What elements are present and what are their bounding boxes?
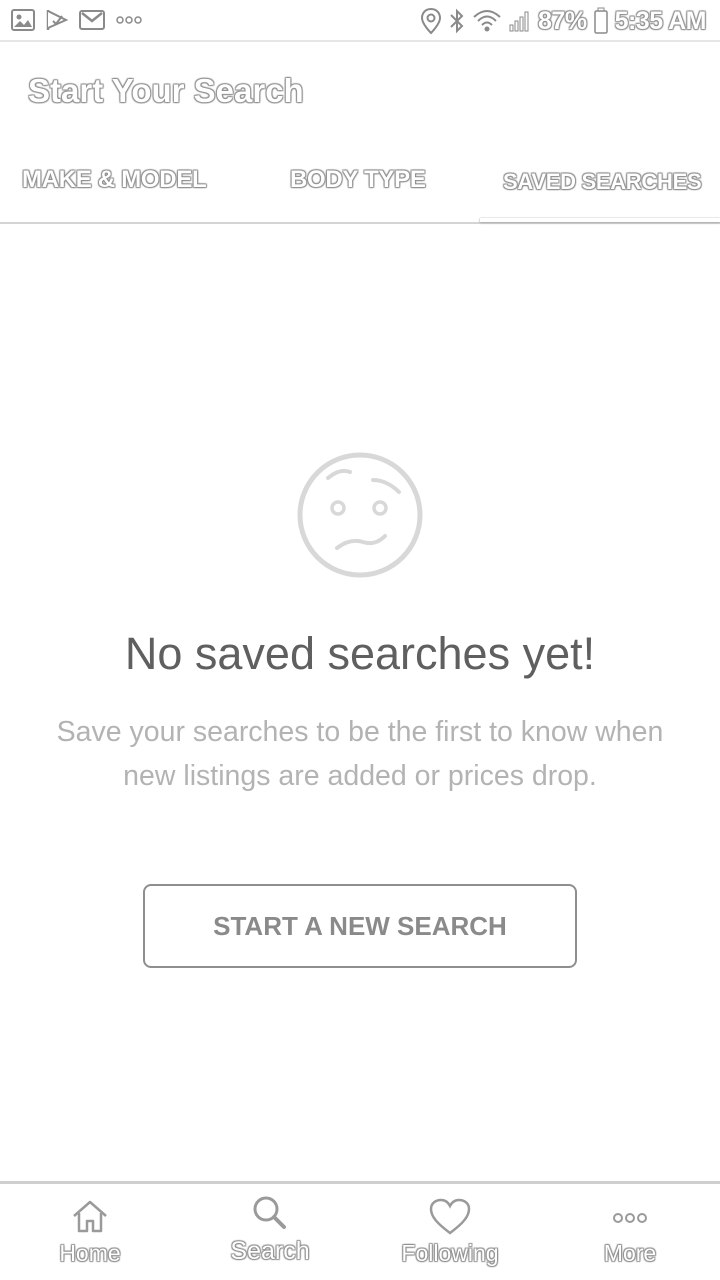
tab-bar: MAKE & MODEL BODY TYPE SAVED SEARCHES	[0, 150, 720, 224]
battery-icon	[593, 7, 608, 34]
tab-make-model[interactable]: MAKE & MODEL	[22, 166, 207, 194]
nav-home[interactable]: Home	[0, 1184, 180, 1280]
nav-following[interactable]: Following	[360, 1184, 540, 1280]
tab-saved-searches[interactable]: SAVED SEARCHES	[503, 169, 702, 195]
status-system: 87% 5:35 AM	[420, 4, 707, 38]
nav-search[interactable]: Search	[180, 1184, 360, 1280]
home-icon	[73, 1200, 107, 1233]
wifi-icon	[473, 10, 501, 32]
nav-home-label: Home	[59, 1240, 121, 1266]
gmail-icon	[79, 10, 105, 30]
confused-face-icon	[297, 452, 423, 578]
flag-icon	[46, 10, 69, 30]
bluetooth-icon	[450, 8, 464, 34]
heart-icon	[429, 1198, 471, 1235]
empty-description: Save your searches to be the first to kn…	[56, 716, 664, 792]
screen: 87% 5:35 AM Start Your Search MAKE & MOD…	[0, 0, 720, 1280]
nav-search-label: Search	[230, 1237, 310, 1265]
signal-icon	[509, 11, 529, 32]
tab-indicator	[480, 218, 720, 222]
clock: 5:35 AM	[614, 6, 707, 35]
location-icon	[421, 7, 442, 35]
tab-body-type[interactable]: BODY TYPE	[290, 166, 426, 194]
empty-title: No saved searches yet!	[124, 628, 596, 679]
empty-state: No saved searches yet! Save your searche…	[0, 450, 720, 798]
nav-following-label: Following	[401, 1240, 499, 1266]
more-dots-icon	[116, 16, 142, 24]
status-notifications	[10, 8, 144, 32]
app-bar: Start Your Search	[0, 42, 720, 142]
status-bar: 87% 5:35 AM	[0, 0, 720, 42]
search-icon	[253, 1196, 286, 1229]
image-icon	[11, 9, 35, 31]
page-title: Start Your Search	[28, 72, 304, 109]
nav-more-label: More	[603, 1240, 657, 1266]
start-new-search-button[interactable]: START A NEW SEARCH	[143, 884, 577, 968]
nav-more[interactable]: More	[540, 1184, 720, 1280]
battery-percent: 87%	[538, 6, 587, 35]
more-dots-icon	[613, 1213, 647, 1223]
bottom-nav: Home Search Following More	[0, 1181, 720, 1280]
